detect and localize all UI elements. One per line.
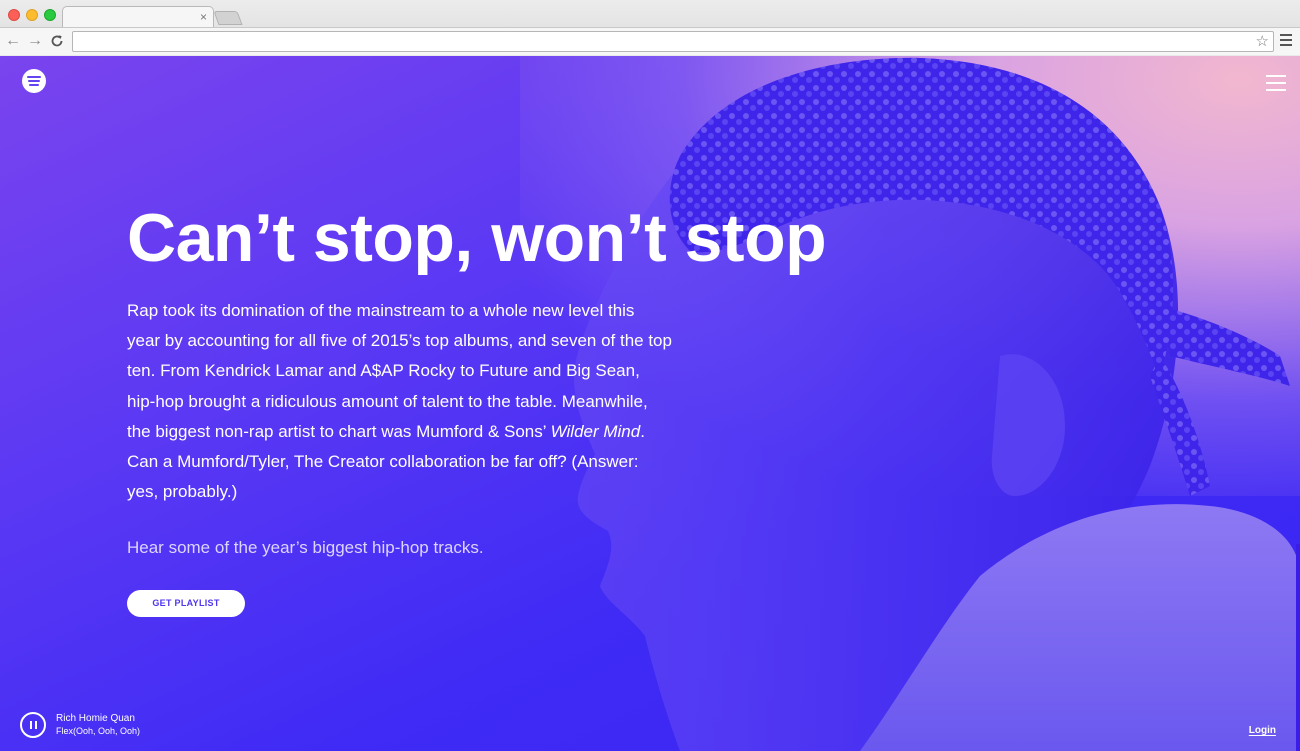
page-title: Can’t stop, won’t stop	[127, 200, 827, 276]
bookmark-star-icon[interactable]: ☆	[1256, 32, 1269, 51]
reload-icon[interactable]	[48, 32, 66, 50]
now-playing-track: Flex(Ooh, Ooh, Ooh)	[56, 726, 141, 736]
browser-toolbar: ← → ☆	[0, 27, 1300, 55]
window-minimize-button[interactable]	[26, 9, 38, 21]
scroll-indicator[interactable]	[1296, 544, 1300, 751]
now-playing-artist: Rich Homie Quan	[56, 713, 135, 724]
album-title: Wilder Mind	[550, 421, 641, 441]
window-maximize-button[interactable]	[44, 9, 56, 21]
browser-menu-icon[interactable]	[1280, 34, 1292, 46]
pause-icon[interactable]	[20, 712, 46, 738]
browser-tab[interactable]: ×	[62, 6, 214, 27]
forward-arrow-icon[interactable]: →	[26, 32, 44, 50]
address-bar[interactable]: ☆	[72, 31, 1274, 52]
new-tab-button[interactable]	[213, 11, 243, 25]
login-link[interactable]: Login	[1249, 725, 1276, 736]
article-body-part1: Rap took its domination of the mainstrea…	[127, 301, 672, 441]
tab-close-icon[interactable]: ×	[200, 9, 207, 25]
page-content: Can’t stop, won’t stop Rap took its domi…	[0, 56, 1300, 751]
hamburger-menu-icon[interactable]	[1266, 75, 1286, 91]
window-close-button[interactable]	[8, 9, 20, 21]
browser-chrome: × ← → ☆	[0, 0, 1300, 55]
playlist-prompt: Hear some of the year’s biggest hip-hop …	[127, 538, 484, 557]
get-playlist-button[interactable]: GET PLAYLIST	[127, 590, 245, 617]
spotify-logo-icon[interactable]	[22, 69, 46, 93]
article-body: Rap took its domination of the mainstrea…	[127, 296, 672, 507]
back-arrow-icon[interactable]: ←	[4, 32, 22, 50]
